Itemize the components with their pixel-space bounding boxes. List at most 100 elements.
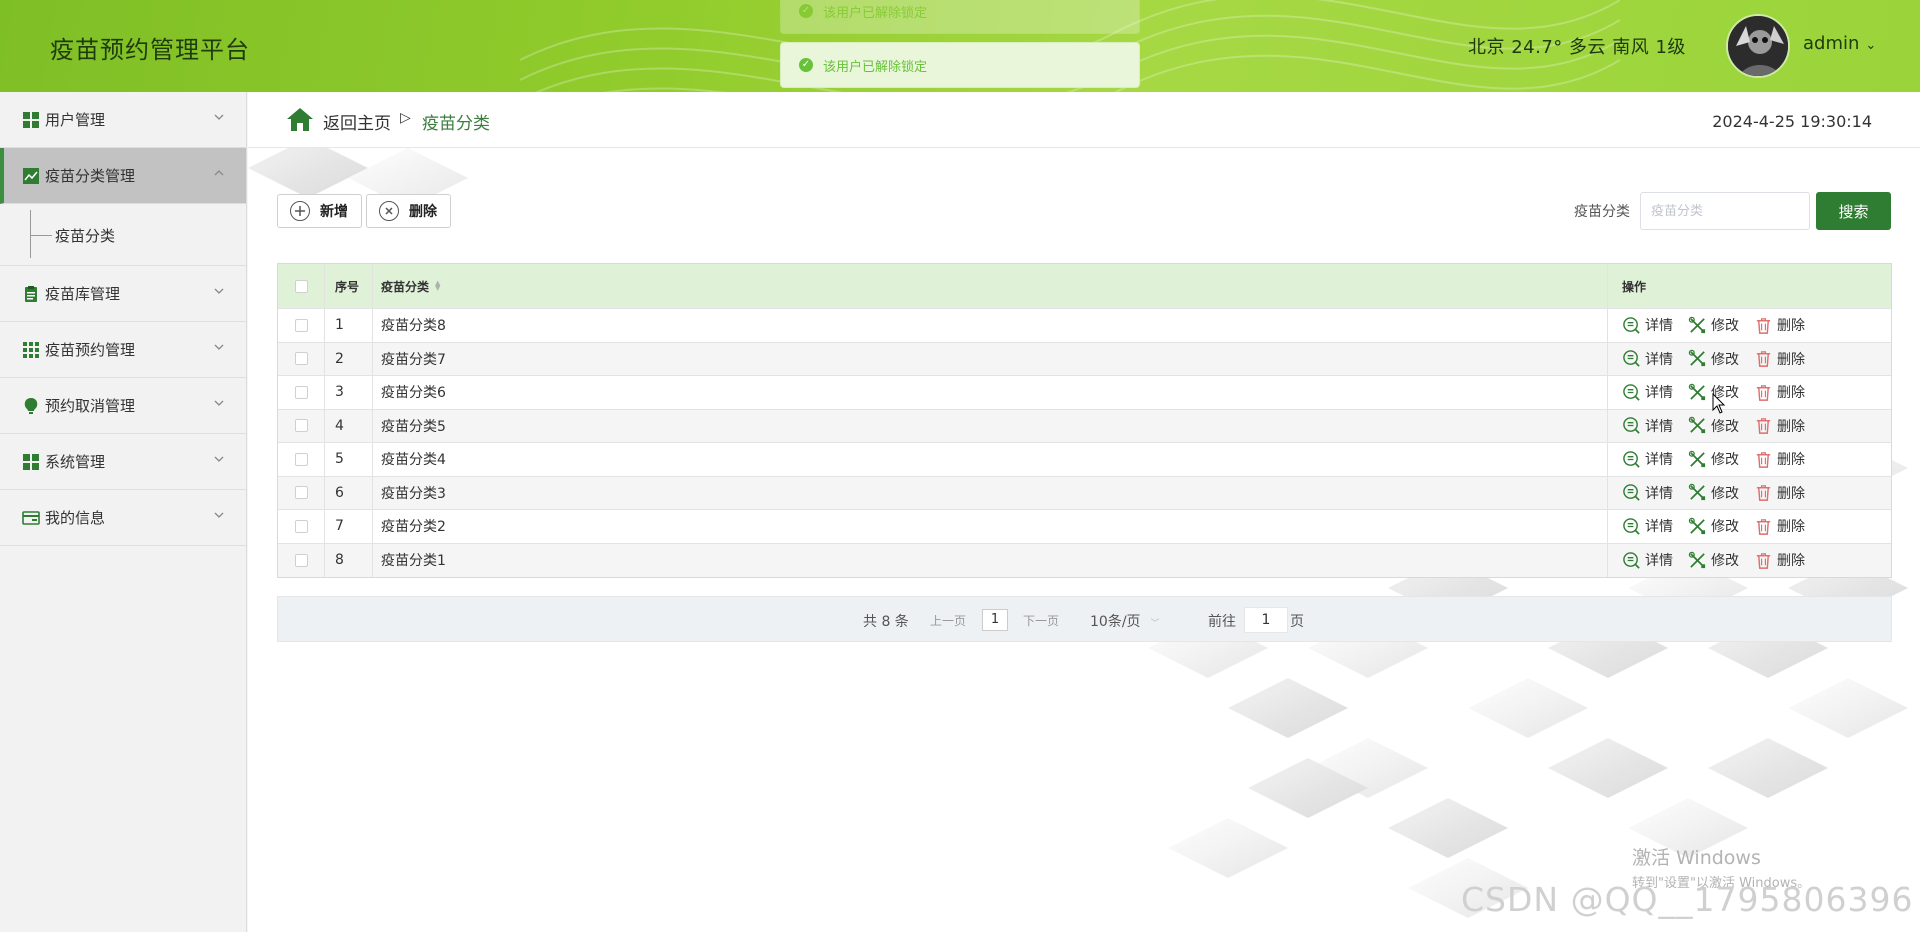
chevron-down-icon: [214, 114, 224, 120]
table-row[interactable]: 5 疫苗分类4 详情 修改 删除: [278, 443, 1891, 477]
trash-icon: [1756, 351, 1771, 368]
detail-button[interactable]: 详情: [1622, 382, 1673, 402]
sidebar-item-vaccine-category-management[interactable]: 疫苗分类管理: [0, 148, 246, 204]
sidebar-item-system-management[interactable]: 系统管理: [0, 434, 246, 490]
row-category-name: 疫苗分类6: [373, 376, 1608, 409]
row-delete-button[interactable]: 删除: [1754, 416, 1805, 436]
table-row[interactable]: 8 疫苗分类1 详情 修改 删除: [278, 543, 1891, 577]
home-icon[interactable]: [286, 106, 314, 132]
table-row[interactable]: 3 疫苗分类6 详情 修改 删除: [278, 376, 1891, 410]
search-button[interactable]: 搜索: [1816, 192, 1891, 230]
row-delete-label: 删除: [1777, 519, 1805, 536]
avatar[interactable]: [1726, 14, 1790, 78]
detail-icon: [1623, 517, 1640, 535]
tree-line: [30, 235, 52, 236]
detail-button[interactable]: 详情: [1622, 516, 1673, 536]
row-delete-label: 删除: [1777, 418, 1805, 435]
row-checkbox[interactable]: [294, 385, 308, 399]
edit-tools-icon: [1688, 383, 1706, 400]
vaccine-category-table: 序号 疫苗分类 ▲ ▼ 操作 1 疫苗分类8 详情 修改 删除 2 疫苗分类7 详情 修改 删除 3 疫…: [277, 263, 1892, 578]
next-page-button[interactable]: 下一页: [1023, 612, 1059, 629]
chevron-up-icon: [214, 170, 224, 176]
sidebar-item-user-management[interactable]: 用户管理: [0, 92, 246, 148]
add-button[interactable]: 新增: [277, 194, 362, 228]
breadcrumb-current: 疫苗分类: [422, 114, 490, 134]
sidebar-item-label: 疫苗库管理: [45, 285, 121, 303]
table-row[interactable]: 6 疫苗分类3 详情 修改 删除: [278, 476, 1891, 510]
clipboard-icon: [25, 285, 37, 302]
sidebar-subitem-vaccine-category[interactable]: 疫苗分类: [0, 204, 246, 266]
row-index: 5: [325, 443, 373, 476]
column-header-name[interactable]: 疫苗分类 ▲ ▼: [373, 264, 1608, 308]
goto-prefix: 前往: [1208, 614, 1236, 630]
trash-icon: [1756, 485, 1771, 502]
row-delete-button[interactable]: 删除: [1754, 483, 1805, 503]
table-row[interactable]: 4 疫苗分类5 详情 修改 删除: [278, 409, 1891, 443]
sidebar-item-my-info[interactable]: 我的信息: [0, 490, 246, 546]
card-icon: [22, 510, 40, 525]
detail-button[interactable]: 详情: [1622, 550, 1673, 570]
toast-text: 该用户已解除锁定: [823, 5, 928, 21]
detail-button[interactable]: 详情: [1622, 483, 1673, 503]
detail-label: 详情: [1645, 318, 1673, 335]
page-size-select[interactable]: 10条/页 ﹀: [1090, 611, 1160, 631]
edit-button[interactable]: 修改: [1688, 516, 1739, 536]
detail-icon: [1623, 450, 1640, 468]
delete-button[interactable]: 删除: [366, 194, 451, 228]
row-category-name: 疫苗分类7: [373, 342, 1608, 375]
goto-suffix: 页: [1290, 614, 1304, 630]
user-menu[interactable]: admin ⌄: [1803, 33, 1876, 54]
csdn-watermark: CSDN @QQ__1795806396: [1461, 880, 1914, 919]
detail-button[interactable]: 详情: [1622, 449, 1673, 469]
back-home-link[interactable]: 返回主页: [323, 109, 391, 134]
goto-page-input[interactable]: 1: [1244, 607, 1288, 633]
detail-button[interactable]: 详情: [1622, 315, 1673, 335]
row-checkbox[interactable]: [294, 452, 308, 466]
select-all-checkbox[interactable]: [294, 279, 308, 293]
detail-button[interactable]: 详情: [1622, 416, 1673, 436]
edit-button[interactable]: 修改: [1688, 315, 1739, 335]
row-delete-button[interactable]: 删除: [1754, 382, 1805, 402]
sidebar-item-appointment-cancel-management[interactable]: 预约取消管理: [0, 378, 246, 434]
prev-page-button[interactable]: 上一页: [930, 612, 966, 629]
row-category-name: 疫苗分类4: [373, 443, 1608, 476]
edit-button[interactable]: 修改: [1688, 449, 1739, 469]
row-checkbox[interactable]: [294, 519, 308, 533]
sidebar-item-vaccine-appointment-management[interactable]: 疫苗预约管理: [0, 322, 246, 378]
edit-button[interactable]: 修改: [1688, 483, 1739, 503]
row-delete-button[interactable]: 删除: [1754, 349, 1805, 369]
table-row[interactable]: 2 疫苗分类7 详情 修改 删除: [278, 342, 1891, 376]
row-delete-label: 删除: [1777, 452, 1805, 469]
row-checkbox[interactable]: [294, 486, 308, 500]
table-header-row: 序号 疫苗分类 ▲ ▼ 操作: [278, 264, 1891, 309]
edit-button[interactable]: 修改: [1688, 349, 1739, 369]
sort-icon[interactable]: ▲ ▼: [435, 280, 440, 292]
row-delete-button[interactable]: 删除: [1754, 516, 1805, 536]
sidebar-item-vaccine-inventory-management[interactable]: 疫苗库管理: [0, 266, 246, 322]
row-delete-button[interactable]: 删除: [1754, 550, 1805, 570]
row-index: 4: [325, 409, 373, 442]
sidebar-item-label: 疫苗分类管理: [45, 167, 136, 185]
page-number-current[interactable]: 1: [982, 609, 1008, 631]
chevron-down-icon: [214, 400, 224, 406]
row-checkbox[interactable]: [294, 352, 308, 366]
edit-button[interactable]: 修改: [1688, 416, 1739, 436]
bulb-icon: [24, 397, 38, 414]
table-row[interactable]: 7 疫苗分类2 详情 修改 删除: [278, 510, 1891, 544]
success-check-icon: ✓: [799, 4, 813, 18]
search-input[interactable]: [1640, 192, 1810, 230]
row-delete-button[interactable]: 删除: [1754, 315, 1805, 335]
row-checkbox[interactable]: [294, 318, 308, 332]
row-category-name: 疫苗分类5: [373, 409, 1608, 442]
row-delete-label: 删除: [1777, 351, 1805, 368]
row-delete-button[interactable]: 删除: [1754, 449, 1805, 469]
row-select-cell: [278, 342, 325, 375]
column-header-name-label: 疫苗分类: [381, 279, 430, 294]
row-checkbox[interactable]: [294, 419, 308, 433]
edit-button[interactable]: 修改: [1688, 550, 1739, 570]
detail-button[interactable]: 详情: [1622, 349, 1673, 369]
row-select-cell: [278, 443, 325, 476]
table-row[interactable]: 1 疫苗分类8 详情 修改 删除: [278, 309, 1891, 343]
edit-tools-icon: [1688, 484, 1706, 501]
row-checkbox[interactable]: [294, 553, 308, 567]
